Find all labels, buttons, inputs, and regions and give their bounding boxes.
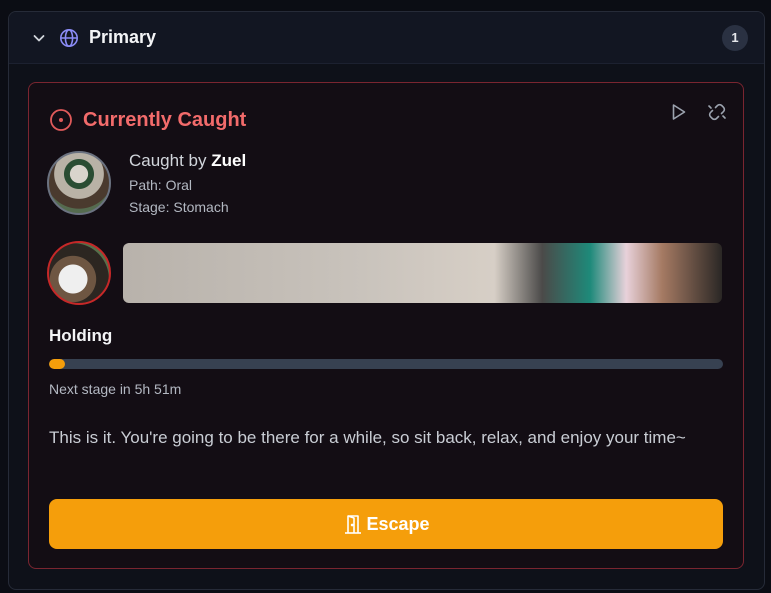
chevron-down-icon[interactable] bbox=[31, 30, 47, 46]
primary-panel: Primary 1 Currently Caught Caught by Zue… bbox=[8, 11, 765, 590]
stage-text: Stage: Stomach bbox=[129, 199, 229, 215]
stage-description: This is it. You're going to be there for… bbox=[49, 428, 686, 447]
caught-by-prefix: Caught by bbox=[129, 151, 207, 170]
prey-avatar[interactable] bbox=[47, 241, 111, 305]
path-text: Path: Oral bbox=[129, 177, 193, 193]
caught-by-line: Caught by Zuel bbox=[129, 151, 246, 171]
door-open-icon bbox=[345, 515, 362, 534]
stage-image bbox=[123, 243, 722, 303]
unlink-icon[interactable] bbox=[707, 102, 727, 122]
card-title: Currently Caught bbox=[83, 108, 247, 131]
holding-label: Holding bbox=[49, 326, 113, 345]
stage-row bbox=[47, 241, 722, 305]
globe-icon bbox=[59, 28, 79, 48]
captor-avatar[interactable] bbox=[47, 151, 111, 215]
captor-name[interactable]: Zuel bbox=[211, 151, 246, 170]
escape-button[interactable]: Escape bbox=[49, 499, 723, 549]
captor-row: Caught by Zuel Path: Oral Stage: Stomach bbox=[47, 151, 246, 215]
card-actions bbox=[669, 102, 727, 122]
play-icon[interactable] bbox=[669, 102, 689, 122]
panel-header[interactable]: Primary 1 bbox=[9, 12, 764, 64]
panel-title: Primary bbox=[89, 27, 157, 47]
count-badge: 1 bbox=[722, 24, 748, 51]
captor-info: Caught by Zuel Path: Oral Stage: Stomach bbox=[129, 151, 246, 215]
stage-progress-bar bbox=[49, 359, 723, 369]
target-icon bbox=[50, 109, 72, 131]
currently-caught-card: Currently Caught Caught by Zuel Path: Or… bbox=[28, 82, 744, 569]
next-stage-text: Next stage in 5h 51m bbox=[49, 381, 182, 397]
card-header: Currently Caught bbox=[49, 102, 727, 135]
escape-label: Escape bbox=[366, 513, 430, 534]
stage-progress-fill bbox=[49, 359, 66, 369]
